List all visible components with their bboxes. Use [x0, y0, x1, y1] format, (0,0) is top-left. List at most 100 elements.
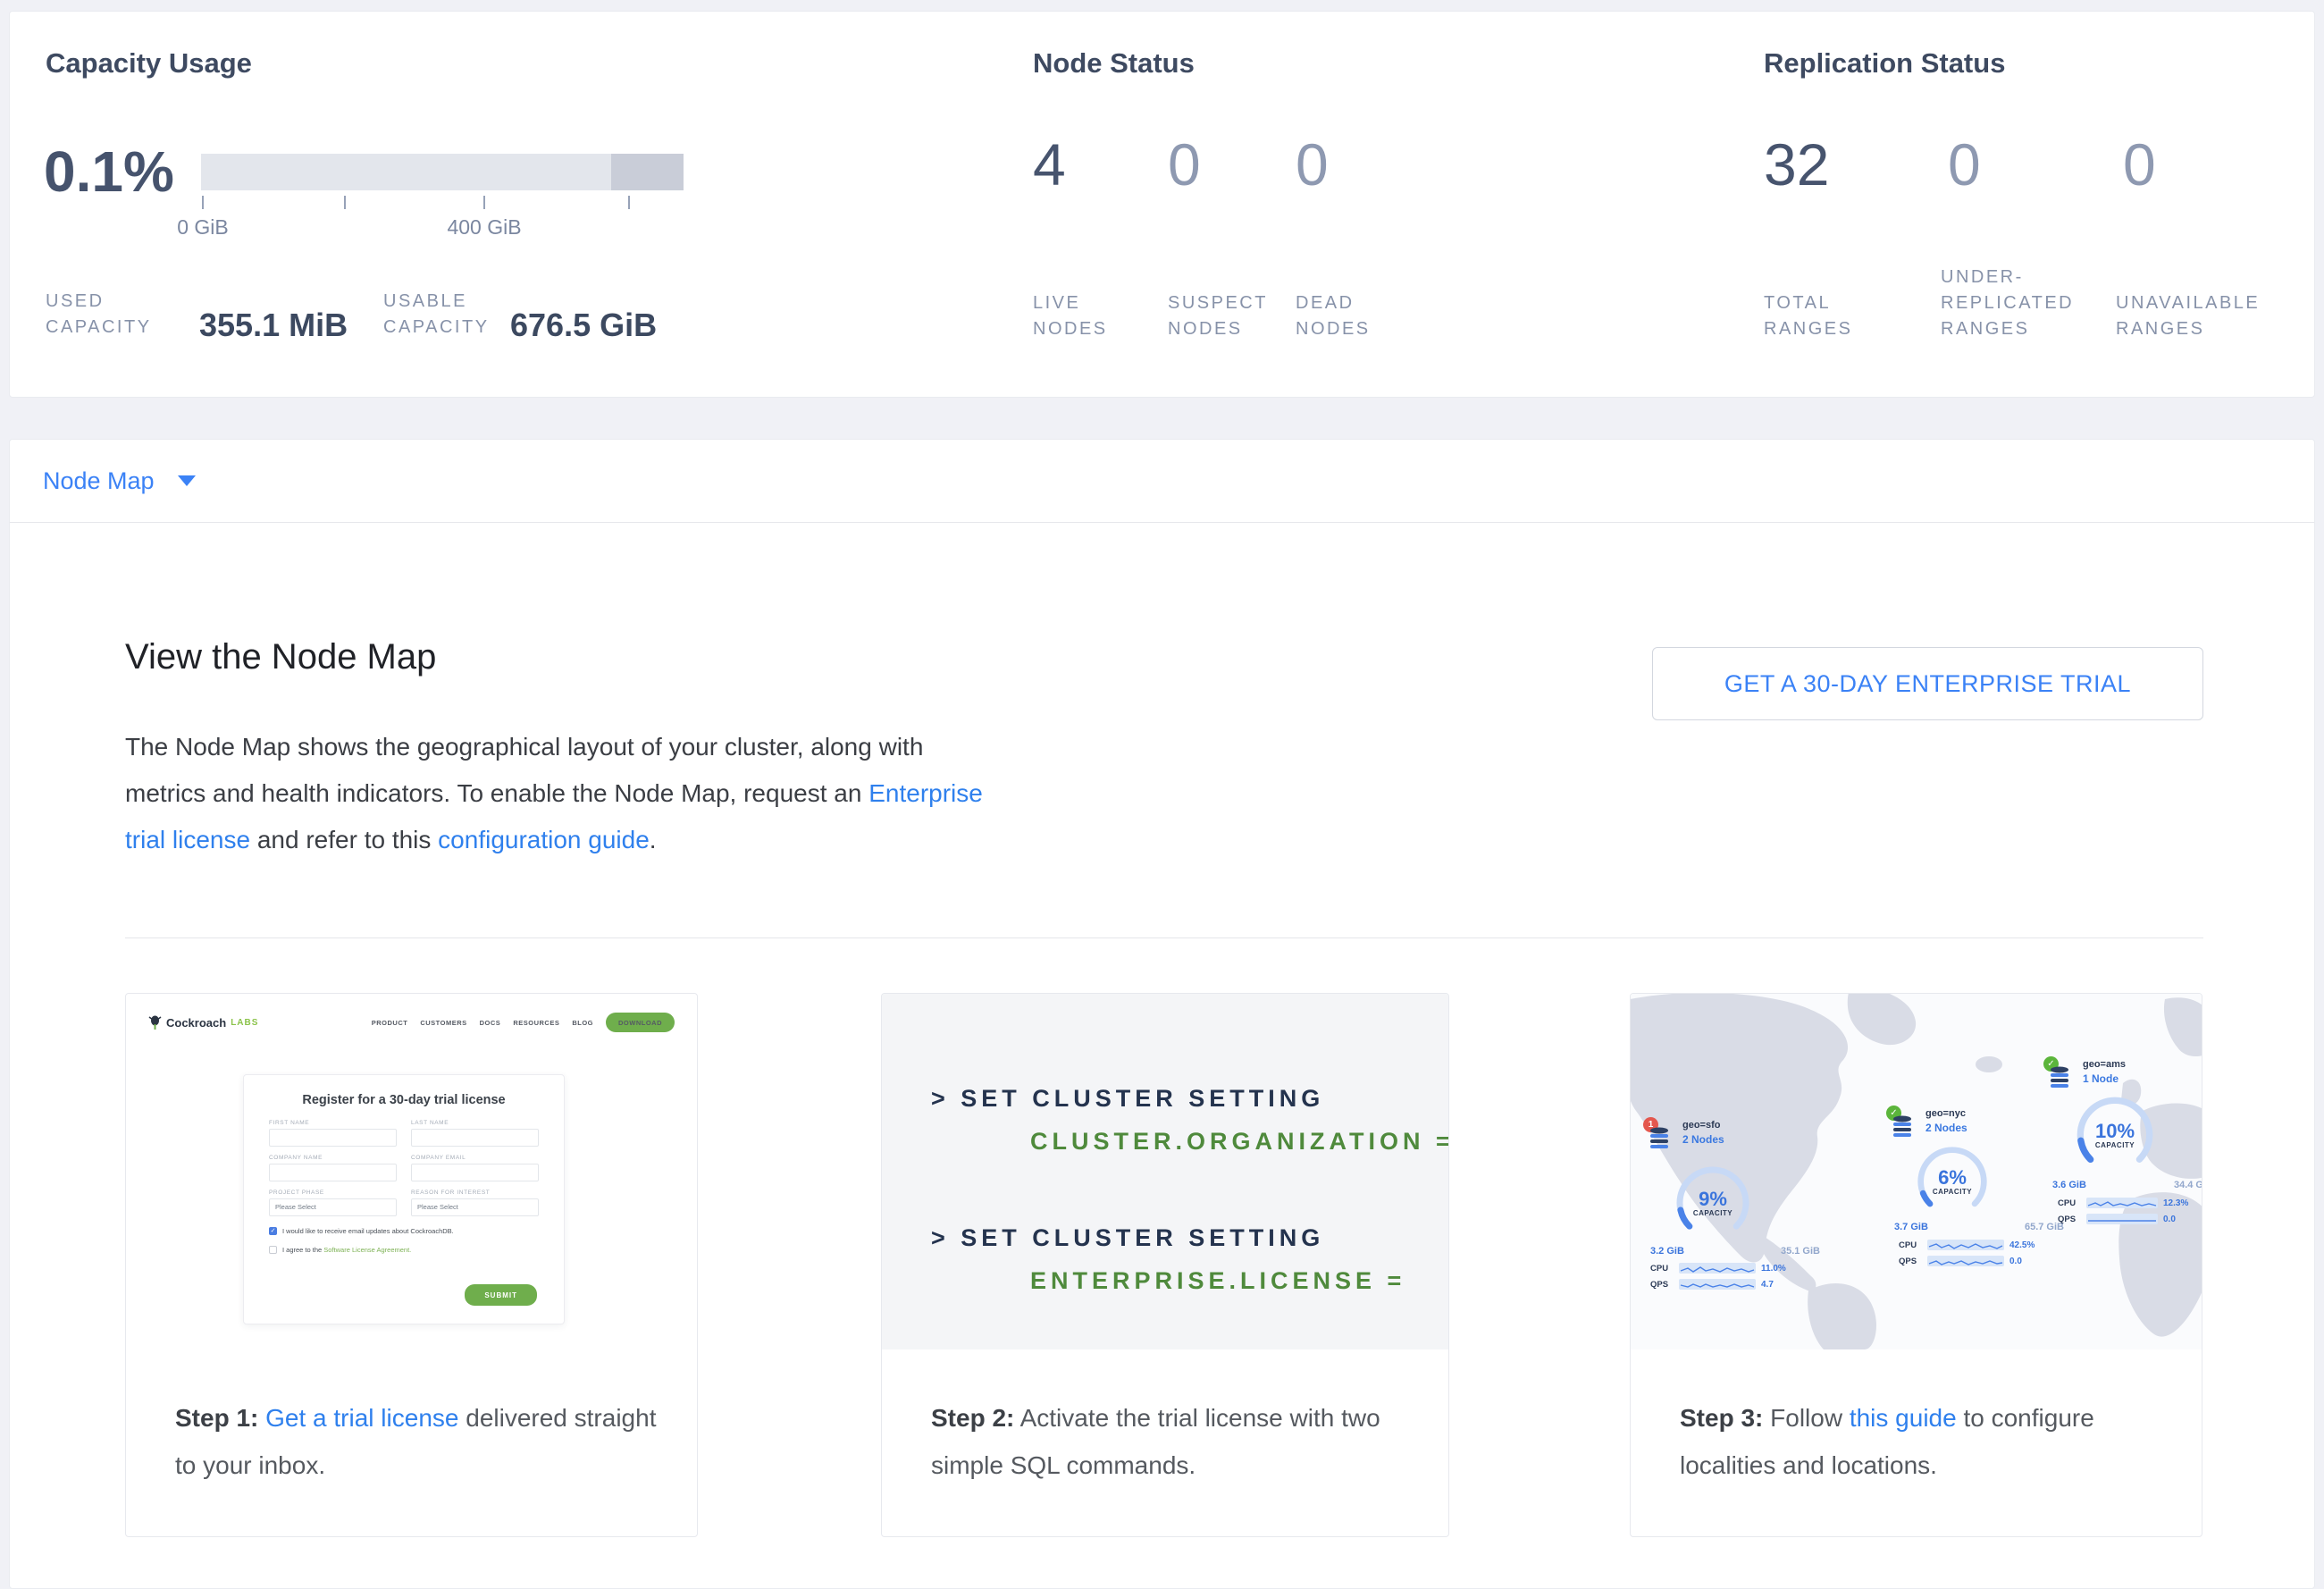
qps-value: 0.0 — [2163, 1215, 2176, 1224]
capacity-axis-tick — [344, 196, 346, 209]
qps-sparkline — [1927, 1256, 2004, 1266]
step-1-caption: Step 1: Get a trial license delivered st… — [175, 1394, 658, 1489]
view-selector-label: Node Map — [43, 467, 155, 495]
suspect-nodes-count: 0 — [1168, 135, 1286, 194]
mock-nav-blog: BLOG — [572, 1019, 593, 1027]
cluster-geo-sfo: 1 geo=sfo 2 Nodes — [1643, 1117, 1840, 1153]
capacity-axis-label-0: 0 GiB — [131, 215, 274, 240]
cpu-row-sfo: CPU 11.0% — [1650, 1263, 1786, 1274]
step-3-text-before: Follow — [1763, 1404, 1849, 1432]
checkbox-checked-icon: ✓ — [269, 1227, 277, 1235]
qps-row-ams: QPS 0.0 — [2058, 1214, 2176, 1224]
capacity-axis-tick — [202, 196, 204, 209]
capacity-bar — [201, 154, 684, 190]
locality-node-count: 2 Nodes — [1925, 1122, 1967, 1134]
database-nodes-icon — [1649, 1127, 1670, 1155]
this-guide-link[interactable]: this guide — [1850, 1404, 1957, 1432]
cpu-value: 11.0% — [1761, 1264, 1786, 1274]
qps-sparkline — [1679, 1279, 1756, 1290]
form-field-reason: REASON FOR INTEREST Please Select — [411, 1190, 539, 1216]
get-enterprise-trial-button[interactable]: GET A 30-DAY ENTERPRISE TRIAL — [1652, 647, 2203, 720]
locality-name: geo=sfo — [1682, 1120, 1720, 1131]
used-capacity: 3.6 GiB — [2052, 1180, 2086, 1190]
brand-name: Cockroach — [166, 1016, 226, 1030]
mock-site-nav: PRODUCT CUSTOMERS DOCS RESOURCES BLOG DO… — [372, 1013, 675, 1032]
qps-value: 4.7 — [1761, 1280, 1774, 1290]
unavailable-ranges-label: UNAVAILABLE RANGES — [2116, 290, 2260, 342]
capacity-values-sfo: 3.2 GiB 35.1 GiB — [1650, 1246, 1820, 1257]
suspect-nodes-label: SUSPECT NODES — [1168, 290, 1268, 342]
unavailable-ranges-count: 0 — [2123, 135, 2282, 194]
form-title: Register for a 30-day trial license — [269, 1093, 539, 1107]
cluster-geo-nyc: ✓ geo=nyc 2 Nodes — [1886, 1106, 2083, 1141]
locality-name: geo=nyc — [1925, 1108, 1966, 1119]
qps-row-nyc: QPS 0.0 — [1899, 1256, 2022, 1266]
capacity-used-percent: 0.1% — [44, 139, 174, 205]
used-capacity: 3.7 GiB — [1894, 1222, 1928, 1232]
reason-select: Please Select — [411, 1198, 539, 1216]
dead-nodes-label: DEAD NODES — [1296, 290, 1371, 342]
mock-nav-customers: CUSTOMERS — [420, 1019, 466, 1027]
capacity-axis-label-400: 400 GiB — [413, 215, 556, 240]
mock-submit-button-wrap: SUBMIT — [465, 1284, 537, 1306]
cpu-row-ams: CPU 12.3% — [2058, 1198, 2188, 1208]
total-capacity: 35.1 GiB — [1781, 1246, 1820, 1257]
description-text: . — [650, 826, 657, 853]
used-capacity-value: 355.1 MiB — [199, 307, 348, 344]
capacity-axis-tick — [483, 196, 485, 209]
capacity-gauge-nyc: 6% CAPACITY — [1915, 1144, 1990, 1219]
locality-node-count: 2 Nodes — [1682, 1133, 1724, 1146]
configuration-guide-link[interactable]: configuration guide — [438, 826, 650, 853]
page-title: View the Node Map — [125, 637, 436, 677]
mock-site-header: Cockroach LABS PRODUCT CUSTOMERS DOCS RE… — [148, 1006, 675, 1038]
capacity-bar-other-usage — [611, 154, 684, 190]
step-3-label: Step 3: — [1680, 1404, 1763, 1432]
total-ranges-stat: 32 TOTAL RANGES — [1764, 135, 1925, 342]
node-map-panel: Node Map View the Node Map The Node Map … — [9, 439, 2315, 1589]
capacity-percent: 9% — [1699, 1189, 1727, 1209]
under-replicated-ranges-stat: 0 UNDER- REPLICATED RANGES — [1941, 135, 2107, 342]
cluster-summary-bar: Capacity Usage 0.1% 0 GiB 400 GiB USED C… — [9, 11, 2315, 398]
license-agreement-checkbox-row: I agree to the Software License Agreemen… — [269, 1246, 539, 1254]
node-status-title: Node Status — [1033, 47, 1195, 80]
suspect-nodes-stat: 0 SUSPECT NODES — [1168, 135, 1286, 342]
cluster-geo-ams: ✓ geo=ams 1 Node — [2043, 1056, 2202, 1092]
view-selector-dropdown[interactable]: Node Map — [10, 440, 2314, 523]
trial-registration-form: Register for a 30-day trial license FIRS… — [243, 1074, 565, 1324]
step-1-card: Cockroach LABS PRODUCT CUSTOMERS DOCS RE… — [125, 993, 698, 1537]
capacity-gauge-sfo: 9% CAPACITY — [1674, 1164, 1752, 1242]
cpu-label: CPU — [1899, 1240, 1922, 1250]
form-field-first-name: FIRST NAME — [269, 1120, 397, 1147]
description-text: and refer to this — [250, 826, 438, 853]
step-3-caption: Step 3: Follow this guide to configure l… — [1680, 1394, 2162, 1489]
checkbox-empty-icon — [269, 1246, 277, 1254]
cockroach-bug-icon — [148, 1015, 162, 1030]
mock-download-button: DOWNLOAD — [606, 1013, 675, 1032]
cpu-value: 42.5% — [2009, 1240, 2035, 1250]
company-name-input — [269, 1164, 397, 1181]
qps-sparkline — [2086, 1214, 2158, 1224]
form-field-project-phase: PROJECT PHASE Please Select — [269, 1190, 397, 1216]
node-map-description: The Node Map shows the geographical layo… — [125, 724, 983, 863]
under-replicated-ranges-label: UNDER- REPLICATED RANGES — [1941, 265, 2074, 342]
step-2-card: > SET CLUSTER SETTING CLUSTER.ORGANIZATI… — [881, 993, 1449, 1537]
field-label: FIRST NAME — [269, 1120, 397, 1126]
form-field-company-email: COMPANY EMAIL — [411, 1155, 539, 1181]
description-text: The Node Map shows the geographical layo… — [125, 733, 923, 807]
capacity-usage-title: Capacity Usage — [46, 47, 252, 80]
capacity-gauge-ams: 10% CAPACITY — [2074, 1094, 2156, 1176]
sql-license-line: ENTERPRISE.LICENSE = — [1030, 1267, 1405, 1295]
cpu-sparkline — [2086, 1198, 2158, 1208]
cpu-label: CPU — [2058, 1198, 2081, 1208]
mock-nav-resources: RESOURCES — [513, 1019, 559, 1027]
sql-prompt-line-2: > SET CLUSTER SETTING — [931, 1224, 1324, 1252]
first-name-input — [269, 1129, 397, 1147]
capacity-values-nyc: 3.7 GiB 65.7 GiB — [1894, 1222, 2064, 1232]
database-nodes-icon — [2049, 1066, 2070, 1094]
sql-organization-line: CLUSTER.ORGANIZATION = — [1030, 1128, 1449, 1156]
dead-nodes-stat: 0 DEAD NODES — [1296, 135, 1414, 342]
qps-value: 0.0 — [2009, 1257, 2022, 1266]
capacity-values-ams: 3.6 GiB 34.4 GiB — [2052, 1180, 2202, 1190]
get-trial-license-link[interactable]: Get a trial license — [265, 1404, 458, 1432]
total-ranges-count: 32 — [1764, 135, 1925, 194]
